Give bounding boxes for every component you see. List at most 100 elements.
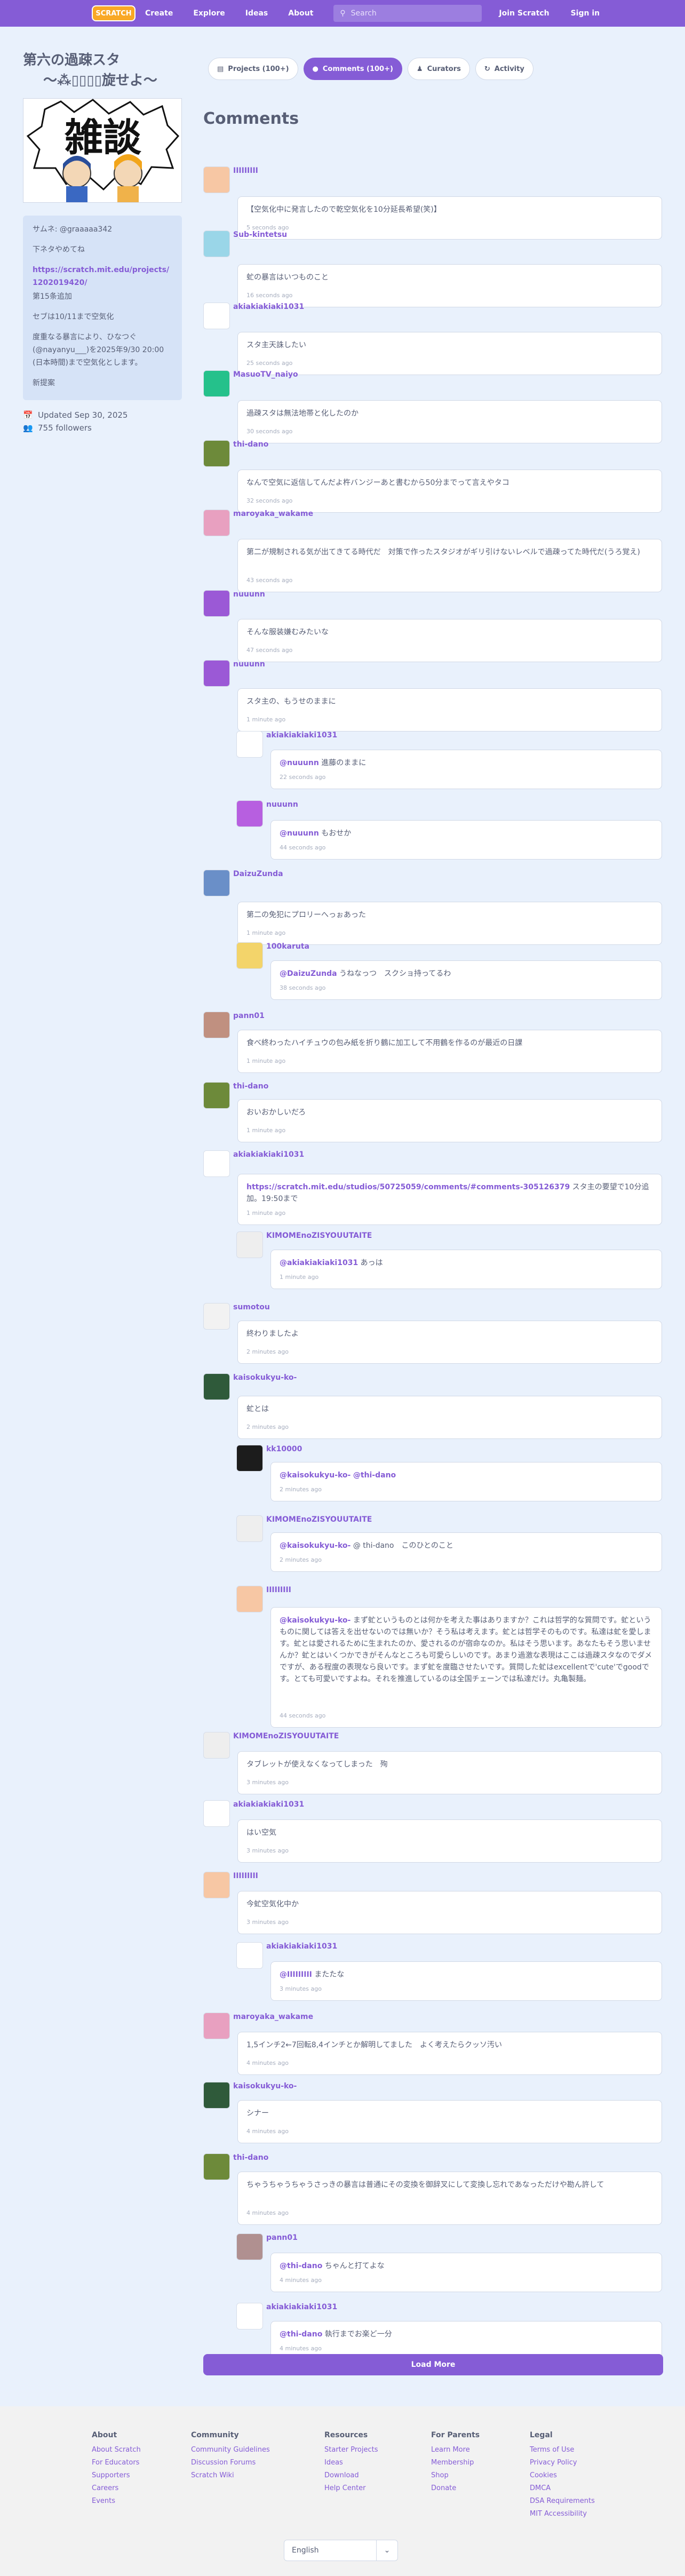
- comment-username[interactable]: kaisokukyu-ko-: [233, 2082, 297, 2090]
- tab-comments[interactable]: ● Comments (100+): [303, 58, 402, 80]
- mention-link[interactable]: @thi-dano: [280, 2330, 322, 2339]
- footer-link[interactable]: Terms of Use: [530, 2444, 595, 2456]
- comment-username[interactable]: thi-dano: [233, 2153, 268, 2162]
- comment-username[interactable]: IIIIIIIII: [233, 1872, 258, 1880]
- footer-link[interactable]: Scratch Wiki: [191, 2469, 270, 2482]
- comment-link[interactable]: https://scratch.mit.edu/studios/50725059…: [246, 1183, 570, 1191]
- comment-username[interactable]: thi-dano: [233, 1082, 268, 1091]
- avatar[interactable]: [203, 2013, 230, 2039]
- mention-link[interactable]: @kaisokukyu-ko-: [280, 1541, 351, 1550]
- footer-link[interactable]: Cookies: [530, 2469, 595, 2482]
- comment-username[interactable]: kk10000: [266, 1445, 302, 1453]
- footer-link[interactable]: About Scratch: [92, 2444, 141, 2456]
- tab-activity[interactable]: ↻ Activity: [475, 58, 533, 80]
- comment-username[interactable]: DaizuZunda: [233, 870, 283, 878]
- mention-link[interactable]: @IIIIIIIII: [280, 1970, 312, 1979]
- nav-about[interactable]: About: [288, 9, 313, 18]
- comment-username[interactable]: nuuunn: [233, 590, 265, 599]
- nav-create[interactable]: Create: [145, 9, 173, 18]
- load-more-button[interactable]: Load More: [203, 2354, 663, 2375]
- join-scratch-link[interactable]: Join Scratch: [499, 9, 549, 18]
- avatar[interactable]: [203, 303, 230, 329]
- comment-username[interactable]: IIIIIIIII: [266, 1586, 291, 1594]
- avatar[interactable]: [203, 370, 230, 397]
- tab-curators[interactable]: ♟ Curators: [407, 58, 470, 80]
- footer-link[interactable]: For Educators: [92, 2456, 141, 2469]
- avatar[interactable]: [203, 1303, 230, 1330]
- comment-username[interactable]: KIMOMEnoZISYOUUTAITE: [266, 1515, 372, 1524]
- footer-link[interactable]: Discussion Forums: [191, 2456, 270, 2469]
- avatar[interactable]: [236, 942, 263, 969]
- comment-username[interactable]: nuuunn: [266, 800, 298, 809]
- mention-link[interactable]: @kaisokukyu-ko-: [280, 1616, 351, 1625]
- avatar[interactable]: [236, 1586, 263, 1612]
- comment-username[interactable]: maroyaka_wakame: [233, 2013, 313, 2021]
- avatar[interactable]: [203, 2153, 230, 2180]
- avatar[interactable]: [203, 590, 230, 617]
- comment-username[interactable]: KIMOMEnoZISYOUUTAITE: [266, 1231, 372, 1240]
- comment-username[interactable]: akiakiakiaki1031: [266, 2303, 337, 2311]
- scratch-logo[interactable]: SCRATCH: [92, 5, 136, 21]
- comment-username[interactable]: sumotou: [233, 1303, 270, 1311]
- comment-username[interactable]: akiakiakiaki1031: [266, 731, 337, 740]
- footer-link[interactable]: Learn More: [431, 2444, 480, 2456]
- footer-link[interactable]: Starter Projects: [324, 2444, 378, 2456]
- comment-username[interactable]: Sub-kintetsu: [233, 230, 287, 239]
- avatar[interactable]: [203, 230, 230, 257]
- comment-username[interactable]: pann01: [233, 1012, 265, 1020]
- avatar[interactable]: [236, 731, 263, 758]
- comment-username[interactable]: thi-dano: [233, 440, 268, 449]
- footer-link[interactable]: DMCA: [530, 2482, 595, 2495]
- comment-username[interactable]: KIMOMEnoZISYOUUTAITE: [233, 1732, 339, 1740]
- footer-link[interactable]: DSA Requirements: [530, 2495, 595, 2508]
- avatar[interactable]: [203, 166, 230, 193]
- comment-username[interactable]: pann01: [266, 2233, 298, 2242]
- avatar[interactable]: [203, 1872, 230, 1898]
- footer-link[interactable]: Community Guidelines: [191, 2444, 270, 2456]
- footer-link[interactable]: Shop: [431, 2469, 480, 2482]
- avatar[interactable]: [203, 1082, 230, 1109]
- comment-username[interactable]: akiakiakiaki1031: [233, 1150, 304, 1159]
- mention-link[interactable]: @kaisokukyu-ko-: [280, 1471, 351, 1480]
- avatar[interactable]: [203, 1012, 230, 1038]
- footer-link[interactable]: Events: [92, 2495, 141, 2508]
- avatar[interactable]: [203, 1800, 230, 1827]
- comment-username[interactable]: akiakiakiaki1031: [233, 1800, 304, 1809]
- avatar[interactable]: [203, 1373, 230, 1400]
- comment-username[interactable]: IIIIIIIII: [233, 166, 258, 175]
- comment-username[interactable]: kaisokukyu-ko-: [233, 1373, 297, 1382]
- footer-link[interactable]: Careers: [92, 2482, 141, 2495]
- avatar[interactable]: [236, 1231, 263, 1258]
- footer-link[interactable]: Help Center: [324, 2482, 378, 2495]
- footer-link[interactable]: Membership: [431, 2456, 480, 2469]
- comment-username[interactable]: nuuunn: [233, 660, 265, 669]
- mention-link[interactable]: @thi-dano: [280, 2262, 322, 2270]
- mention-link[interactable]: @DaizuZunda: [280, 969, 337, 978]
- avatar[interactable]: [203, 1732, 230, 1759]
- search-input[interactable]: ⚲ Search: [333, 5, 482, 22]
- footer-link[interactable]: Donate: [431, 2482, 480, 2495]
- avatar[interactable]: [236, 1942, 263, 1969]
- comment-username[interactable]: akiakiakiaki1031: [266, 1942, 337, 1951]
- avatar[interactable]: [203, 870, 230, 896]
- avatar[interactable]: [236, 1445, 263, 1472]
- sign-in-link[interactable]: Sign in: [571, 9, 600, 18]
- comment-username[interactable]: MasuoTV_naiyo: [233, 370, 298, 379]
- footer-link[interactable]: MIT Accessibility: [530, 2508, 595, 2521]
- mention-link[interactable]: @nuuunn: [280, 759, 319, 767]
- footer-link[interactable]: Ideas: [324, 2456, 378, 2469]
- avatar[interactable]: [236, 1515, 263, 1542]
- mention-link[interactable]: @thi-dano: [353, 1471, 396, 1480]
- avatar[interactable]: [236, 2233, 263, 2260]
- nav-ideas[interactable]: Ideas: [245, 9, 268, 18]
- avatar[interactable]: [203, 510, 230, 536]
- comment-username[interactable]: maroyaka_wakame: [233, 510, 313, 518]
- avatar[interactable]: [203, 1150, 230, 1177]
- avatar[interactable]: [203, 2082, 230, 2109]
- mention-link[interactable]: @nuuunn: [280, 829, 319, 838]
- nav-explore[interactable]: Explore: [193, 9, 225, 18]
- footer-link[interactable]: Privacy Policy: [530, 2456, 595, 2469]
- avatar[interactable]: [203, 660, 230, 687]
- avatar[interactable]: [236, 800, 263, 827]
- avatar[interactable]: [203, 440, 230, 467]
